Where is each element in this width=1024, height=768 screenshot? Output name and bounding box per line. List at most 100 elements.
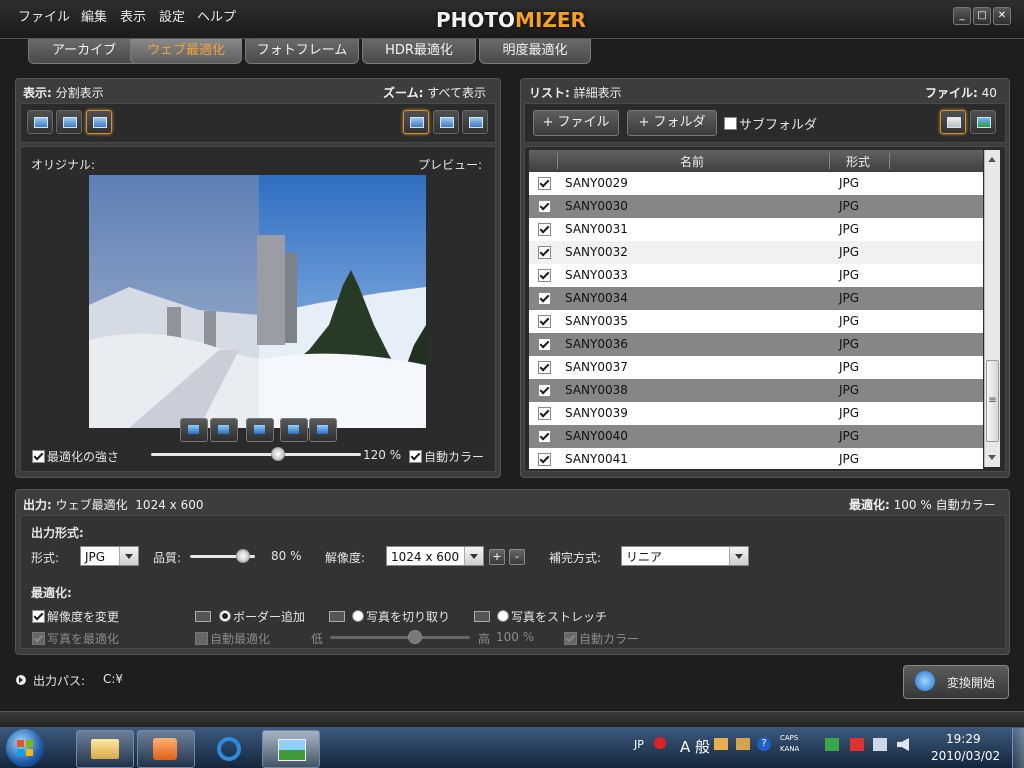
table-row[interactable]: SANY0033 JPG <box>529 264 983 287</box>
zoom-width-button[interactable] <box>433 110 459 134</box>
table-row[interactable]: SANY0036 JPG <box>529 333 983 356</box>
strength-slider-thumb[interactable] <box>271 447 285 461</box>
menu-edit[interactable]: 編集 <box>81 6 107 25</box>
list-scrollbar[interactable]: ≡ <box>984 150 1000 467</box>
view-single-button[interactable] <box>27 110 53 134</box>
zoom-actual-button[interactable] <box>462 110 488 134</box>
scroll-thumb[interactable]: ≡ <box>986 360 999 442</box>
view-side-by-side-button[interactable] <box>56 110 82 134</box>
strength-slider[interactable] <box>151 453 361 456</box>
table-row[interactable]: SANY0031 JPG <box>529 218 983 241</box>
taskbar-ie[interactable] <box>200 730 258 768</box>
table-row[interactable]: SANY0041 JPG <box>529 448 983 469</box>
ime-icon[interactable] <box>654 737 666 749</box>
scroll-up-icon[interactable] <box>988 153 996 162</box>
column-name-header[interactable]: 名前 <box>680 153 704 170</box>
auto-optimize-checkbox[interactable] <box>195 632 208 645</box>
tab-hdr[interactable]: HDR最適化 <box>362 39 476 64</box>
view-split-button[interactable] <box>86 110 112 134</box>
rotate-left-button[interactable] <box>180 418 208 442</box>
preview-image[interactable] <box>89 175 426 428</box>
interpolation-select[interactable]: リニア <box>621 546 749 566</box>
tab-archive[interactable]: アーカイブ <box>28 39 140 64</box>
taskbar-photomizer[interactable] <box>262 730 320 768</box>
table-row[interactable]: SANY0038 JPG <box>529 379 983 402</box>
ime-mode[interactable]: A 般 <box>680 736 710 757</box>
quality-slider-thumb[interactable] <box>236 549 250 563</box>
start-button[interactable] <box>6 729 44 767</box>
optimize-level-thumb[interactable] <box>408 630 422 644</box>
change-resolution-checkbox[interactable] <box>32 610 45 623</box>
row-checkbox[interactable] <box>538 430 551 443</box>
output-path-value[interactable]: C:¥ <box>103 672 123 686</box>
table-row[interactable]: SANY0030 JPG <box>529 195 983 218</box>
language-indicator[interactable]: JP <box>634 738 644 751</box>
row-checkbox[interactable] <box>538 269 551 282</box>
row-checkbox[interactable] <box>538 384 551 397</box>
table-row[interactable]: SANY0032 JPG <box>529 241 983 264</box>
row-checkbox[interactable] <box>538 453 551 466</box>
next-image-button[interactable] <box>309 418 337 442</box>
resolution-remove-button[interactable]: - <box>509 549 525 565</box>
ime-tool-icon[interactable] <box>714 738 728 750</box>
expand-icon[interactable] <box>16 675 26 685</box>
table-row[interactable]: SANY0040 JPG <box>529 425 983 448</box>
menu-file[interactable]: ファイル <box>18 6 70 25</box>
row-checkbox[interactable] <box>538 200 551 213</box>
action-center-icon[interactable] <box>850 738 864 751</box>
taskbar-explorer[interactable] <box>76 730 134 768</box>
table-row[interactable]: SANY0039 JPG <box>529 402 983 425</box>
tab-brightness[interactable]: 明度最適化 <box>479 39 591 64</box>
maximize-button[interactable]: □ <box>973 7 991 25</box>
row-checkbox[interactable] <box>538 315 551 328</box>
rotate-right-button[interactable] <box>210 418 238 442</box>
flip-button[interactable] <box>246 418 274 442</box>
optimize-photo-checkbox[interactable] <box>32 632 45 645</box>
row-checkbox[interactable] <box>538 338 551 351</box>
security-icon[interactable] <box>825 738 839 751</box>
close-button[interactable]: ✕ <box>993 7 1011 25</box>
list-detail-view-button[interactable] <box>940 110 966 134</box>
network-icon[interactable] <box>873 738 887 751</box>
row-checkbox[interactable] <box>538 223 551 236</box>
table-row[interactable]: SANY0035 JPG <box>529 310 983 333</box>
row-checkbox[interactable] <box>538 407 551 420</box>
add-folder-button[interactable]: + フォルダ <box>627 110 717 136</box>
start-convert-button[interactable]: 変換開始 <box>903 665 1009 699</box>
help-icon[interactable]: ? <box>757 737 771 751</box>
format-select[interactable]: JPG <box>80 546 139 566</box>
show-desktop-button[interactable] <box>1012 728 1024 768</box>
menu-view[interactable]: 表示 <box>120 6 146 25</box>
row-checkbox[interactable] <box>538 292 551 305</box>
resolution-select[interactable]: 1024 x 600 <box>386 546 484 566</box>
optimize-level-slider[interactable] <box>330 636 470 639</box>
clock-date[interactable]: 2010/03/02 <box>931 749 1000 763</box>
list-thumbnail-view-button[interactable] <box>970 110 996 134</box>
taskbar-media-player[interactable] <box>137 730 195 768</box>
crop-radio[interactable] <box>352 610 364 622</box>
ime-dictionary-icon[interactable] <box>736 738 750 750</box>
scroll-down-icon[interactable] <box>988 455 996 464</box>
resolution-add-button[interactable]: + <box>489 549 505 565</box>
tab-web-optimize[interactable]: ウェブ最適化 <box>130 39 242 64</box>
tab-photo-frame[interactable]: フォトフレーム <box>245 39 359 64</box>
auto-color-output-checkbox[interactable] <box>564 632 577 645</box>
row-checkbox[interactable] <box>538 361 551 374</box>
clock-time[interactable]: 19:29 <box>946 732 981 746</box>
zoom-fit-button[interactable] <box>403 110 429 134</box>
border-radio[interactable] <box>219 610 231 622</box>
table-row[interactable]: SANY0037 JPG <box>529 356 983 379</box>
menu-settings[interactable]: 設定 <box>159 6 185 25</box>
previous-image-button[interactable] <box>280 418 308 442</box>
strength-checkbox[interactable] <box>32 450 45 463</box>
auto-color-checkbox[interactable] <box>409 450 422 463</box>
row-checkbox[interactable] <box>538 246 551 259</box>
row-checkbox[interactable] <box>538 177 551 190</box>
stretch-radio[interactable] <box>497 610 509 622</box>
add-file-button[interactable]: + ファイル <box>533 110 619 136</box>
minimize-button[interactable]: _ <box>953 7 971 25</box>
table-row[interactable]: SANY0029 JPG <box>529 172 983 195</box>
table-row[interactable]: SANY0034 JPG <box>529 287 983 310</box>
menu-help[interactable]: ヘルプ <box>197 6 236 25</box>
subfolder-checkbox[interactable] <box>724 117 737 130</box>
